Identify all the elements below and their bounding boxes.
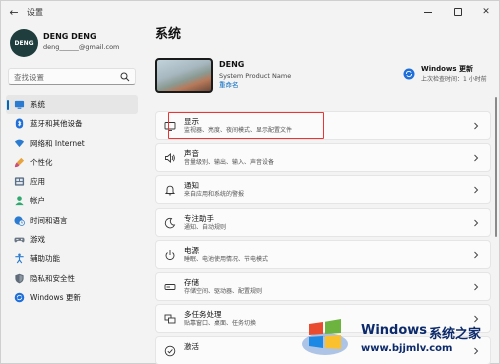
storage-icon — [164, 283, 176, 290]
update-icon[interactable] — [403, 68, 415, 80]
chevron-right-icon — [474, 154, 479, 162]
card-title: 多任务处理 — [184, 310, 222, 320]
active-indicator — [7, 100, 9, 110]
chevron-right-icon — [474, 219, 479, 226]
globe-clock-icon — [14, 216, 25, 226]
sidebar-item-gaming[interactable]: 游戏 — [6, 230, 138, 249]
card-subtitle: 睡眠、电池使用情况、节电模式 — [184, 255, 269, 263]
sidebar-item-bluetooth[interactable]: 蓝牙和其他设备 — [6, 114, 138, 133]
back-arrow-icon[interactable]: ← — [7, 6, 21, 20]
card-subtitle: 来自应用和系统的警报 — [184, 191, 245, 199]
profile-email: deng______@gmail.com — [43, 43, 120, 51]
card-subtitle: 通知、自动规则 — [184, 223, 227, 231]
device-name: DENG — [219, 60, 245, 69]
highlight-annotation — [168, 112, 324, 139]
card-title: 通知 — [184, 181, 199, 191]
chevron-right-icon — [474, 251, 479, 259]
update-icon — [14, 292, 25, 303]
settings-window: ← 设置 ✕ DENG DENG DENG deng______@gmail.c… — [0, 0, 500, 364]
search-box[interactable] — [8, 68, 136, 85]
windows-update-title[interactable]: Windows 更新 — [421, 65, 473, 74]
watermark-brand: Windows — [361, 323, 428, 338]
bell-icon — [164, 186, 176, 196]
chevron-right-icon — [474, 283, 479, 291]
sidebar-item-label: 网络和 Internet — [30, 138, 85, 148]
device-model: System Product Name — [219, 72, 292, 80]
card-title: 声音 — [184, 149, 199, 159]
sidebar-item-label: 时间和语言 — [30, 215, 68, 225]
windows-logo-icon — [302, 319, 348, 355]
sidebar-item-system[interactable]: 系统 — [6, 95, 138, 115]
sidebar-item-label: 蓝牙和其他设备 — [30, 119, 83, 129]
bluetooth-icon — [15, 118, 24, 129]
settings-card-notifications[interactable]: 通知 来自应用和系统的警报 — [155, 175, 491, 205]
card-title: 电源 — [184, 245, 199, 255]
sidebar-nav: 系统 蓝牙和其他设备 网络和 Internet 个性化 应用 帐户 时间和语言 … — [6, 95, 138, 307]
profile-name: DENG DENG — [43, 32, 97, 41]
power-icon — [165, 249, 175, 260]
close-button[interactable]: ✕ — [472, 1, 500, 23]
sidebar-item-label: 帐户 — [30, 196, 45, 206]
sidebar-item-label: 隐私和安全性 — [30, 273, 75, 283]
search-icon[interactable] — [120, 72, 130, 82]
windows-update-status: 上次检查时间：1 小时前 — [421, 76, 487, 83]
sidebar-item-label: 个性化 — [30, 157, 53, 167]
sidebar-item-label: Windows 更新 — [30, 292, 81, 302]
settings-card-sound[interactable]: 声音 音量级别、输出、输入、声音设备 — [155, 143, 491, 173]
sidebar-item-label: 辅助功能 — [30, 254, 60, 264]
apps-icon — [14, 177, 25, 186]
chevron-right-icon — [474, 187, 479, 194]
minimize-icon — [424, 11, 432, 13]
activation-icon — [164, 346, 176, 357]
sidebar-item-accounts[interactable]: 帐户 — [6, 191, 138, 210]
search-input[interactable] — [14, 71, 114, 83]
person-icon — [15, 196, 24, 206]
app-title: 设置 — [27, 8, 43, 17]
settings-card-power[interactable]: 电源 睡眠、电池使用情况、节电模式 — [155, 239, 491, 269]
watermark-url: www.bjjmlv.com — [361, 343, 453, 354]
watermark-brand-cn: 系统之家 — [429, 327, 482, 342]
avatar[interactable]: DENG — [10, 29, 38, 57]
page-title: 系统 — [155, 27, 182, 42]
device-wallpaper-thumbnail — [155, 58, 213, 93]
maximize-button[interactable] — [444, 1, 472, 23]
rename-link[interactable]: 重命名 — [219, 81, 239, 90]
maximize-icon — [454, 8, 462, 16]
card-title: 激活 — [184, 342, 199, 352]
card-title: 存储 — [184, 277, 199, 287]
sidebar-item-privacy[interactable]: 隐私和安全性 — [6, 269, 138, 288]
card-subtitle: 音量级别、输出、输入、声音设备 — [184, 159, 275, 167]
wifi-icon — [14, 139, 25, 147]
shield-icon — [15, 273, 24, 284]
settings-card-storage[interactable]: 存储 存储空间、驱动器、配置规则 — [155, 271, 491, 301]
chevron-right-icon — [474, 347, 479, 355]
sidebar-item-label: 游戏 — [30, 235, 45, 245]
gamepad-icon — [14, 237, 25, 243]
sidebar-item-label: 应用 — [30, 177, 45, 187]
brush-icon — [14, 157, 25, 168]
close-icon: ✕ — [482, 7, 490, 17]
accessibility-icon — [15, 253, 24, 264]
sidebar-item-personalization[interactable]: 个性化 — [6, 153, 138, 172]
sidebar-item-accessibility[interactable]: 辅助功能 — [6, 249, 138, 268]
monitor-icon — [14, 100, 25, 109]
chevron-right-icon — [474, 122, 479, 130]
card-subtitle: 存储空间、驱动器、配置规则 — [184, 287, 263, 295]
sidebar-item-label: 系统 — [30, 100, 45, 109]
settings-card-focus-assist[interactable]: 专注助手 通知、自动规则 — [155, 207, 491, 237]
card-title: 专注助手 — [184, 213, 214, 223]
sidebar-item-windows-update[interactable]: Windows 更新 — [6, 288, 138, 307]
moon-icon — [164, 217, 176, 228]
sidebar-item-time-language[interactable]: 时间和语言 — [6, 211, 138, 230]
title-bar: ← 设置 ✕ — [1, 1, 500, 25]
sidebar-item-network[interactable]: 网络和 Internet — [6, 134, 138, 153]
minimize-button[interactable] — [414, 1, 442, 23]
speaker-icon — [165, 153, 175, 164]
sidebar-item-apps[interactable]: 应用 — [6, 172, 138, 191]
scrollbar[interactable] — [495, 97, 497, 237]
card-subtitle: 贴靠窗口、桌面、任务切换 — [184, 320, 257, 328]
multitask-icon — [164, 314, 176, 324]
